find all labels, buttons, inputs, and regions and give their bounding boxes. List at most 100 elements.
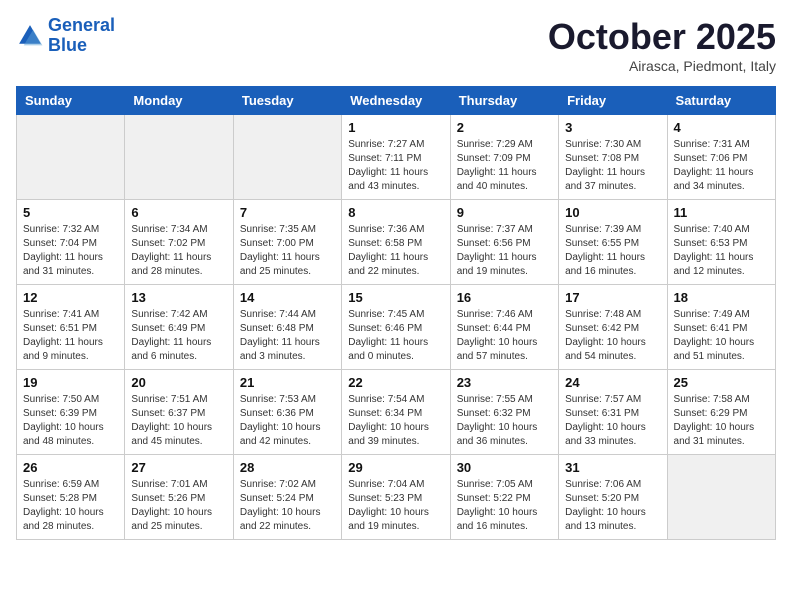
day-number: 29 xyxy=(348,460,443,475)
day-number: 12 xyxy=(23,290,118,305)
day-number: 26 xyxy=(23,460,118,475)
day-info: Sunrise: 7:39 AM Sunset: 6:55 PM Dayligh… xyxy=(565,223,660,279)
day-info: Sunrise: 7:53 AM Sunset: 6:36 PM Dayligh… xyxy=(240,393,335,449)
calendar-cell: 6 Sunrise: 7:34 AM Sunset: 7:02 PM Daylig… xyxy=(125,200,233,285)
day-number: 16 xyxy=(457,290,552,305)
calendar-cell: 21 Sunrise: 7:53 AM Sunset: 6:36 PM Dayli… xyxy=(233,370,341,455)
day-info: Sunrise: 7:27 AM Sunset: 7:11 PM Dayligh… xyxy=(348,138,443,194)
calendar-cell: 22 Sunrise: 7:54 AM Sunset: 6:34 PM Dayli… xyxy=(342,370,450,455)
calendar-cell: 28 Sunrise: 7:02 AM Sunset: 5:24 PM Dayli… xyxy=(233,455,341,540)
col-header-friday: Friday xyxy=(559,87,667,115)
day-info: Sunrise: 6:59 AM Sunset: 5:28 PM Dayligh… xyxy=(23,478,118,534)
calendar-week-1: 1 Sunrise: 7:27 AM Sunset: 7:11 PM Daylig… xyxy=(17,115,776,200)
calendar-cell xyxy=(125,115,233,200)
day-info: Sunrise: 7:40 AM Sunset: 6:53 PM Dayligh… xyxy=(674,223,769,279)
calendar-cell xyxy=(233,115,341,200)
calendar-cell: 2 Sunrise: 7:29 AM Sunset: 7:09 PM Daylig… xyxy=(450,115,558,200)
calendar-week-5: 26 Sunrise: 6:59 AM Sunset: 5:28 PM Dayli… xyxy=(17,455,776,540)
calendar-cell: 27Sunrise: 7:01 AM Sunset: 5:26 PM Dayli… xyxy=(125,455,233,540)
calendar: SundayMondayTuesdayWednesdayThursdayFrid… xyxy=(16,86,776,540)
day-number: 20 xyxy=(131,375,226,390)
calendar-cell: 9 Sunrise: 7:37 AM Sunset: 6:56 PM Daylig… xyxy=(450,200,558,285)
logo: General Blue xyxy=(16,16,115,56)
day-info: Sunrise: 7:57 AM Sunset: 6:31 PM Dayligh… xyxy=(565,393,660,449)
day-info: Sunrise: 7:31 AM Sunset: 7:06 PM Dayligh… xyxy=(674,138,769,194)
day-number: 28 xyxy=(240,460,335,475)
col-header-tuesday: Tuesday xyxy=(233,87,341,115)
calendar-week-3: 12 Sunrise: 7:41 AM Sunset: 6:51 PM Dayli… xyxy=(17,285,776,370)
location: Airasca, Piedmont, Italy xyxy=(548,58,776,74)
calendar-cell: 12 Sunrise: 7:41 AM Sunset: 6:51 PM Dayli… xyxy=(17,285,125,370)
calendar-week-4: 19Sunrise: 7:50 AM Sunset: 6:39 PM Dayli… xyxy=(17,370,776,455)
calendar-cell: 3 Sunrise: 7:30 AM Sunset: 7:08 PM Daylig… xyxy=(559,115,667,200)
col-header-sunday: Sunday xyxy=(17,87,125,115)
day-number: 19 xyxy=(23,375,118,390)
day-info: Sunrise: 7:46 AM Sunset: 6:44 PM Dayligh… xyxy=(457,308,552,364)
calendar-cell: 25Sunrise: 7:58 AM Sunset: 6:29 PM Dayli… xyxy=(667,370,775,455)
day-info: Sunrise: 7:36 AM Sunset: 6:58 PM Dayligh… xyxy=(348,223,443,279)
day-info: Sunrise: 7:06 AM Sunset: 5:20 PM Dayligh… xyxy=(565,478,660,534)
calendar-cell: 30 Sunrise: 7:05 AM Sunset: 5:22 PM Dayli… xyxy=(450,455,558,540)
logo-text: General Blue xyxy=(48,16,115,56)
day-info: Sunrise: 7:05 AM Sunset: 5:22 PM Dayligh… xyxy=(457,478,552,534)
day-info: Sunrise: 7:48 AM Sunset: 6:42 PM Dayligh… xyxy=(565,308,660,364)
day-number: 7 xyxy=(240,205,335,220)
day-info: Sunrise: 7:51 AM Sunset: 6:37 PM Dayligh… xyxy=(131,393,226,449)
day-info: Sunrise: 7:34 AM Sunset: 7:02 PM Dayligh… xyxy=(131,223,226,279)
calendar-cell: 13Sunrise: 7:42 AM Sunset: 6:49 PM Dayli… xyxy=(125,285,233,370)
col-header-monday: Monday xyxy=(125,87,233,115)
calendar-cell: 18Sunrise: 7:49 AM Sunset: 6:41 PM Dayli… xyxy=(667,285,775,370)
calendar-cell: 19Sunrise: 7:50 AM Sunset: 6:39 PM Dayli… xyxy=(17,370,125,455)
calendar-cell: 26 Sunrise: 6:59 AM Sunset: 5:28 PM Dayli… xyxy=(17,455,125,540)
col-header-thursday: Thursday xyxy=(450,87,558,115)
calendar-cell: 16 Sunrise: 7:46 AM Sunset: 6:44 PM Dayli… xyxy=(450,285,558,370)
calendar-cell: 20 Sunrise: 7:51 AM Sunset: 6:37 PM Dayli… xyxy=(125,370,233,455)
day-number: 27 xyxy=(131,460,226,475)
day-info: Sunrise: 7:41 AM Sunset: 6:51 PM Dayligh… xyxy=(23,308,118,364)
day-number: 24 xyxy=(565,375,660,390)
calendar-cell xyxy=(667,455,775,540)
day-number: 5 xyxy=(23,205,118,220)
day-number: 21 xyxy=(240,375,335,390)
logo-icon xyxy=(16,22,44,50)
day-number: 30 xyxy=(457,460,552,475)
day-info: Sunrise: 7:37 AM Sunset: 6:56 PM Dayligh… xyxy=(457,223,552,279)
day-number: 2 xyxy=(457,120,552,135)
day-info: Sunrise: 7:02 AM Sunset: 5:24 PM Dayligh… xyxy=(240,478,335,534)
day-info: Sunrise: 7:58 AM Sunset: 6:29 PM Dayligh… xyxy=(674,393,769,449)
day-number: 6 xyxy=(131,205,226,220)
day-number: 9 xyxy=(457,205,552,220)
day-number: 1 xyxy=(348,120,443,135)
day-info: Sunrise: 7:04 AM Sunset: 5:23 PM Dayligh… xyxy=(348,478,443,534)
day-number: 10 xyxy=(565,205,660,220)
page-header: General Blue October 2025 Airasca, Piedm… xyxy=(16,16,776,74)
day-info: Sunrise: 7:44 AM Sunset: 6:48 PM Dayligh… xyxy=(240,308,335,364)
col-header-wednesday: Wednesday xyxy=(342,87,450,115)
day-number: 13 xyxy=(131,290,226,305)
day-info: Sunrise: 7:29 AM Sunset: 7:09 PM Dayligh… xyxy=(457,138,552,194)
calendar-week-2: 5 Sunrise: 7:32 AM Sunset: 7:04 PM Daylig… xyxy=(17,200,776,285)
day-number: 18 xyxy=(674,290,769,305)
day-number: 3 xyxy=(565,120,660,135)
day-info: Sunrise: 7:45 AM Sunset: 6:46 PM Dayligh… xyxy=(348,308,443,364)
day-number: 11 xyxy=(674,205,769,220)
calendar-cell: 24 Sunrise: 7:57 AM Sunset: 6:31 PM Dayli… xyxy=(559,370,667,455)
calendar-cell: 4Sunrise: 7:31 AM Sunset: 7:06 PM Daylig… xyxy=(667,115,775,200)
calendar-cell: 14 Sunrise: 7:44 AM Sunset: 6:48 PM Dayli… xyxy=(233,285,341,370)
day-info: Sunrise: 7:30 AM Sunset: 7:08 PM Dayligh… xyxy=(565,138,660,194)
day-number: 22 xyxy=(348,375,443,390)
day-number: 14 xyxy=(240,290,335,305)
calendar-cell: 31Sunrise: 7:06 AM Sunset: 5:20 PM Dayli… xyxy=(559,455,667,540)
day-number: 8 xyxy=(348,205,443,220)
day-number: 15 xyxy=(348,290,443,305)
calendar-cell: 29 Sunrise: 7:04 AM Sunset: 5:23 PM Dayli… xyxy=(342,455,450,540)
calendar-cell: 11 Sunrise: 7:40 AM Sunset: 6:53 PM Dayli… xyxy=(667,200,775,285)
day-info: Sunrise: 7:35 AM Sunset: 7:00 PM Dayligh… xyxy=(240,223,335,279)
day-info: Sunrise: 7:32 AM Sunset: 7:04 PM Dayligh… xyxy=(23,223,118,279)
day-info: Sunrise: 7:55 AM Sunset: 6:32 PM Dayligh… xyxy=(457,393,552,449)
month-title: October 2025 xyxy=(548,16,776,58)
day-info: Sunrise: 7:54 AM Sunset: 6:34 PM Dayligh… xyxy=(348,393,443,449)
calendar-cell: 10 Sunrise: 7:39 AM Sunset: 6:55 PM Dayli… xyxy=(559,200,667,285)
day-number: 17 xyxy=(565,290,660,305)
calendar-header-row: SundayMondayTuesdayWednesdayThursdayFrid… xyxy=(17,87,776,115)
